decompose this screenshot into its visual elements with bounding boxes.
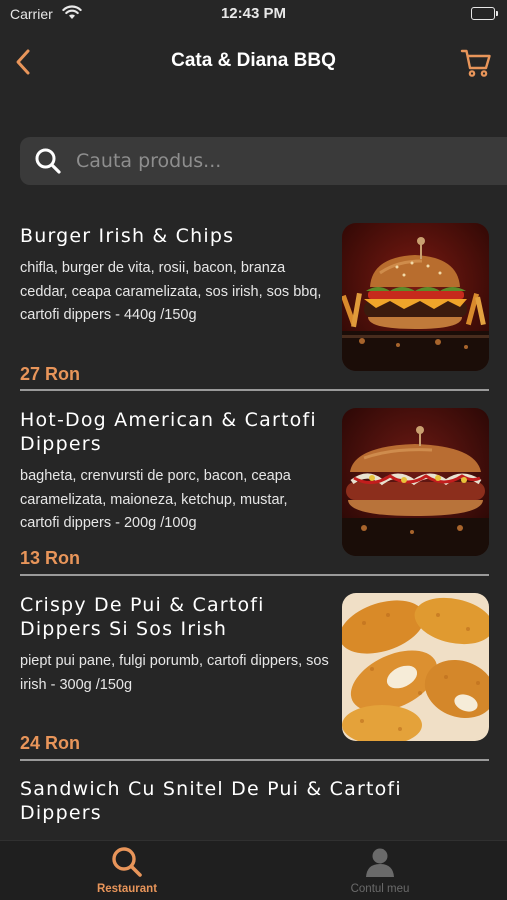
search-input[interactable] [76, 150, 507, 172]
tab-bar: Restaurant Contul meu [0, 840, 507, 900]
search-icon [112, 847, 142, 877]
tab-restaurant[interactable]: Restaurant [27, 841, 227, 900]
battery-icon [471, 7, 498, 20]
status-bar: Carrier 12:43 PM [0, 0, 507, 28]
product-name: Burger Irish & Chips [20, 225, 235, 247]
hotdog-photo [342, 408, 489, 556]
product-description: piept pui pane, fulgi porumb, cartofi di… [20, 653, 329, 693]
tab-account[interactable]: Contul meu [280, 841, 480, 900]
tab-label: Contul meu [350, 883, 410, 895]
page-title: Cata & Diana BBQ [171, 50, 336, 71]
product-price: 24 Ron [20, 733, 81, 753]
crispy-chicken-photo [342, 593, 489, 741]
nav-header: Cata & Diana BBQ [0, 40, 507, 84]
back-button[interactable] [8, 44, 38, 80]
divider [20, 389, 489, 391]
product-name: Hot-Dog American & Cartofi Dippers [20, 409, 317, 455]
divider [20, 759, 489, 761]
chevron-left-icon [16, 49, 30, 75]
cart-button[interactable] [459, 46, 493, 80]
product-name: Sandwich Cu Snitel De Pui & Cartofi Dipp… [20, 778, 402, 824]
product-description: chifla, burger de vita, rosii, bacon, br… [20, 260, 322, 323]
burger-photo [342, 223, 489, 371]
product-description: bagheta, crenvursti de porc, bacon, ceap… [20, 468, 291, 531]
product-price: 27 Ron [20, 364, 81, 384]
product-name: Crispy De Pui & Cartofi Dippers Si Sos I… [20, 594, 265, 640]
product-price: 13 Ron [20, 548, 81, 568]
search-icon [34, 147, 62, 175]
tab-label: Restaurant [96, 883, 158, 895]
clock: 12:43 PM [220, 5, 287, 22]
divider [20, 574, 489, 576]
user-icon [366, 848, 394, 877]
shopping-cart-icon [460, 49, 491, 77]
search-bar[interactable] [20, 137, 507, 185]
